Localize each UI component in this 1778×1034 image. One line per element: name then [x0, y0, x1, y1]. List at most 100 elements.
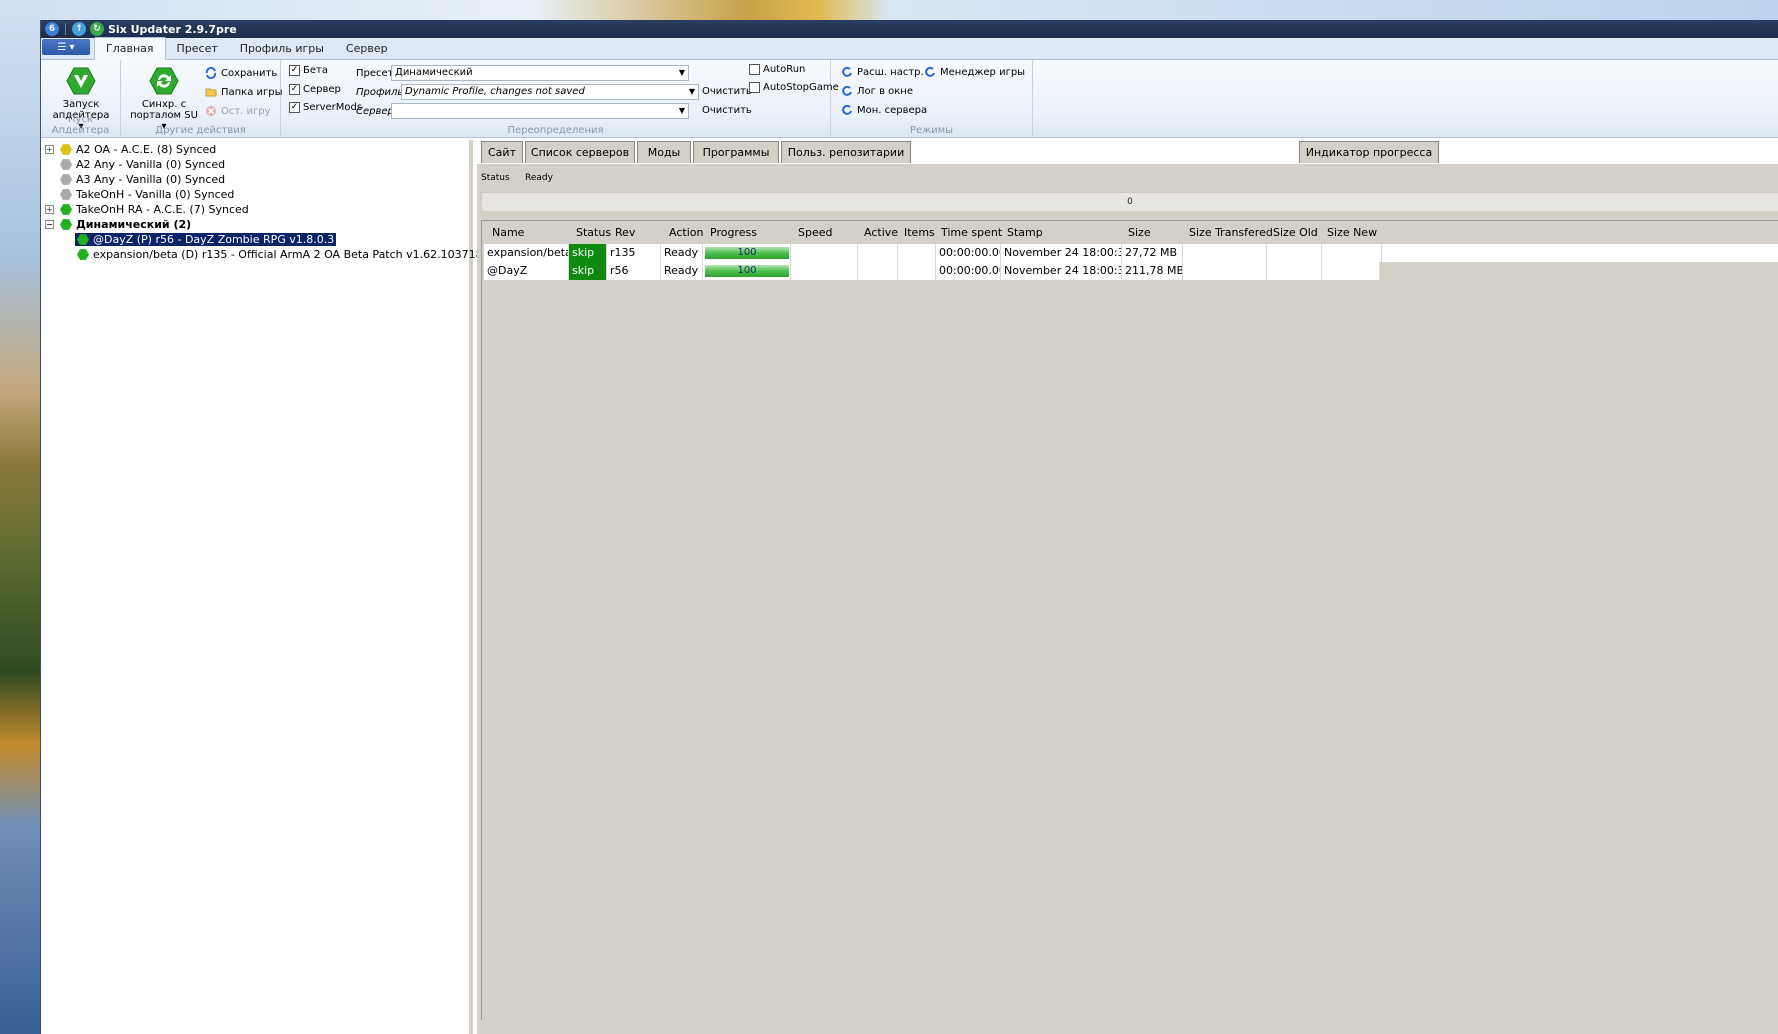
col-speed[interactable]: Speed — [798, 226, 832, 239]
tab-user-repos[interactable]: Польз. репозитарии — [781, 141, 911, 163]
server-monitor-button[interactable]: Мон. сервера — [841, 104, 927, 116]
game-manager-button[interactable]: Менеджер игры — [924, 66, 1025, 78]
tree-item-label: TakeOnH RA - A.C.E. (7) Synced — [76, 203, 249, 216]
clear-server-button[interactable]: Очистить — [702, 105, 752, 116]
stop-game-button[interactable]: Ост. игру — [205, 105, 271, 117]
col-status[interactable]: Status — [576, 226, 611, 239]
log-window-button[interactable]: Лог в окне — [841, 85, 913, 97]
cell-items — [898, 262, 936, 280]
status-label: Status — [481, 173, 510, 183]
quick-access-icon[interactable]: ↑ — [72, 22, 86, 36]
sync-portal-button[interactable]: Синхр. с порталом SU ▾ — [129, 66, 199, 132]
col-active[interactable]: Active — [864, 226, 898, 239]
table-row[interactable]: expansion/beta skip r135 Ready 100 00:00… — [484, 244, 1778, 262]
launch-updater-label-1: Запуск — [62, 99, 100, 110]
col-size-old[interactable]: Size Old — [1273, 226, 1318, 239]
hexagon-icon — [60, 204, 72, 215]
servermods-checkbox-box[interactable]: ✓ — [289, 102, 300, 113]
cell-size-transfered — [1183, 262, 1267, 280]
desktop-background-top — [0, 0, 1778, 22]
chevron-down-icon: ▼ — [678, 68, 685, 77]
cell-speed — [791, 262, 858, 280]
tree-item[interactable]: A3 Any - Vanilla (0) Synced — [60, 172, 225, 187]
hexagon-icon — [60, 219, 72, 230]
hexagon-icon — [60, 159, 72, 170]
col-name[interactable]: Name — [492, 226, 524, 239]
col-rev[interactable]: Rev — [615, 226, 635, 239]
preset-combobox[interactable]: Динамический ▼ — [391, 65, 689, 81]
tab-site[interactable]: Сайт — [481, 141, 523, 163]
autorun-label: AutoRun — [763, 64, 806, 75]
hexagon-icon — [60, 174, 72, 185]
server-checkbox-box[interactable]: ✓ — [289, 84, 300, 95]
tab-strip: Сайт Список серверов Моды Программы Поль… — [477, 140, 1778, 164]
server-checkbox[interactable]: ✓ Сервер — [289, 84, 341, 95]
tab-progress-indicator[interactable]: Индикатор прогресса — [1299, 141, 1439, 163]
cell-action: Ready — [661, 244, 703, 262]
col-size-transfered[interactable]: Size Transfered — [1189, 226, 1273, 239]
autostopgame-label: AutoStopGame — [763, 82, 839, 93]
tree-item[interactable]: − Динамический (2) — [45, 217, 191, 232]
ribbon-tab-server[interactable]: Сервер — [335, 38, 399, 59]
beta-checkbox-box[interactable]: ✓ — [289, 65, 300, 76]
tree-item[interactable]: expansion/beta (D) r135 - Official ArmA … — [77, 247, 483, 262]
profile-combobox[interactable]: Dynamic Profile, changes not saved ▼ — [401, 84, 699, 100]
ribbon-tab-main[interactable]: Главная — [94, 37, 166, 60]
hexagon-icon — [60, 144, 72, 155]
col-action[interactable]: Action — [669, 226, 703, 239]
clear-profile-button[interactable]: Очистить — [702, 86, 752, 97]
tree-item-label: A2 OA - A.C.E. (8) Synced — [76, 143, 217, 156]
tree-item[interactable]: TakeOnH - Vanilla (0) Synced — [60, 187, 234, 202]
beta-checkbox[interactable]: ✓ Бета — [289, 65, 328, 76]
expand-icon[interactable]: + — [45, 205, 54, 214]
tree-item[interactable]: + TakeOnH RA - A.C.E. (7) Synced — [45, 202, 249, 217]
server-combobox[interactable]: ▼ — [391, 103, 689, 119]
collapse-icon[interactable]: − — [45, 220, 54, 229]
window-title: Six Updater 2.9.7pre — [108, 22, 237, 36]
tree-item[interactable]: A2 Any - Vanilla (0) Synced — [60, 157, 225, 172]
stop-icon — [206, 106, 216, 116]
save-label: Сохранить — [221, 67, 278, 79]
app-icon[interactable]: 6 — [45, 22, 59, 36]
cell-status: skip — [569, 262, 607, 280]
tree-item-label: expansion/beta (D) r135 - Official ArmA … — [93, 248, 483, 261]
progress-table: Name Status Rev Action Progress Speed Ac… — [481, 220, 1778, 1020]
game-folder-button[interactable]: Папка игры — [205, 86, 283, 98]
ribbon-tab-preset[interactable]: Пресет — [166, 38, 229, 59]
autorun-checkbox-box[interactable] — [749, 64, 760, 75]
servermods-checkbox[interactable]: ✓ ServerMods — [289, 102, 362, 113]
tab-server-list[interactable]: Список серверов — [525, 141, 635, 163]
col-time-spent[interactable]: Time spent — [941, 226, 1002, 239]
autorun-checkbox[interactable]: AutoRun — [749, 64, 805, 75]
game-manager-label: Менеджер игры — [940, 66, 1026, 78]
six-logo-icon — [842, 66, 852, 77]
col-size-new[interactable]: Size New — [1327, 226, 1377, 239]
tab-mods[interactable]: Моды — [637, 141, 691, 163]
table-row[interactable]: @DayZ skip r56 Ready 100 00:00:00.00 Nov… — [484, 262, 1380, 280]
cell-stamp: November 24 18:00:33 — [1001, 244, 1122, 262]
quick-sync-icon[interactable]: ↻ — [90, 22, 104, 36]
ribbon-tab-game-profile[interactable]: Профиль игры — [229, 38, 335, 59]
cell-size-old — [1267, 262, 1322, 280]
autostopgame-checkbox-box[interactable] — [749, 82, 760, 93]
tree-item-selected[interactable]: @DayZ (P) r56 - DayZ Zombie RPG v1.8.0.3 — [75, 232, 337, 247]
advanced-settings-button[interactable]: Расш. настр. — [841, 66, 924, 78]
col-progress[interactable]: Progress — [710, 226, 757, 239]
cell-active — [858, 262, 898, 280]
col-items[interactable]: Items — [904, 226, 935, 239]
tree-item-label: A2 Any - Vanilla (0) Synced — [76, 158, 226, 171]
tree-item[interactable]: + A2 OA - A.C.E. (8) Synced — [45, 142, 216, 157]
stop-game-label: Ост. игру — [221, 105, 271, 117]
col-size[interactable]: Size — [1128, 226, 1151, 239]
autostopgame-checkbox[interactable]: AutoStopGame — [749, 82, 839, 93]
save-button[interactable]: Сохранить — [205, 67, 277, 79]
cell-speed — [791, 244, 858, 262]
overrides-group: ✓ Бета ✓ Сервер ✓ ServerMods Пресет Дина… — [281, 60, 839, 138]
col-stamp[interactable]: Stamp — [1007, 226, 1043, 239]
tab-programs[interactable]: Программы — [693, 141, 779, 163]
expand-icon[interactable]: + — [45, 145, 54, 154]
launch-group-label: Пуск Апдейтера — [51, 114, 110, 136]
log-window-label: Лог в окне — [857, 85, 913, 97]
application-menu-button[interactable]: ☰ ▾ — [42, 39, 90, 55]
cell-progress: 100 — [703, 244, 791, 262]
